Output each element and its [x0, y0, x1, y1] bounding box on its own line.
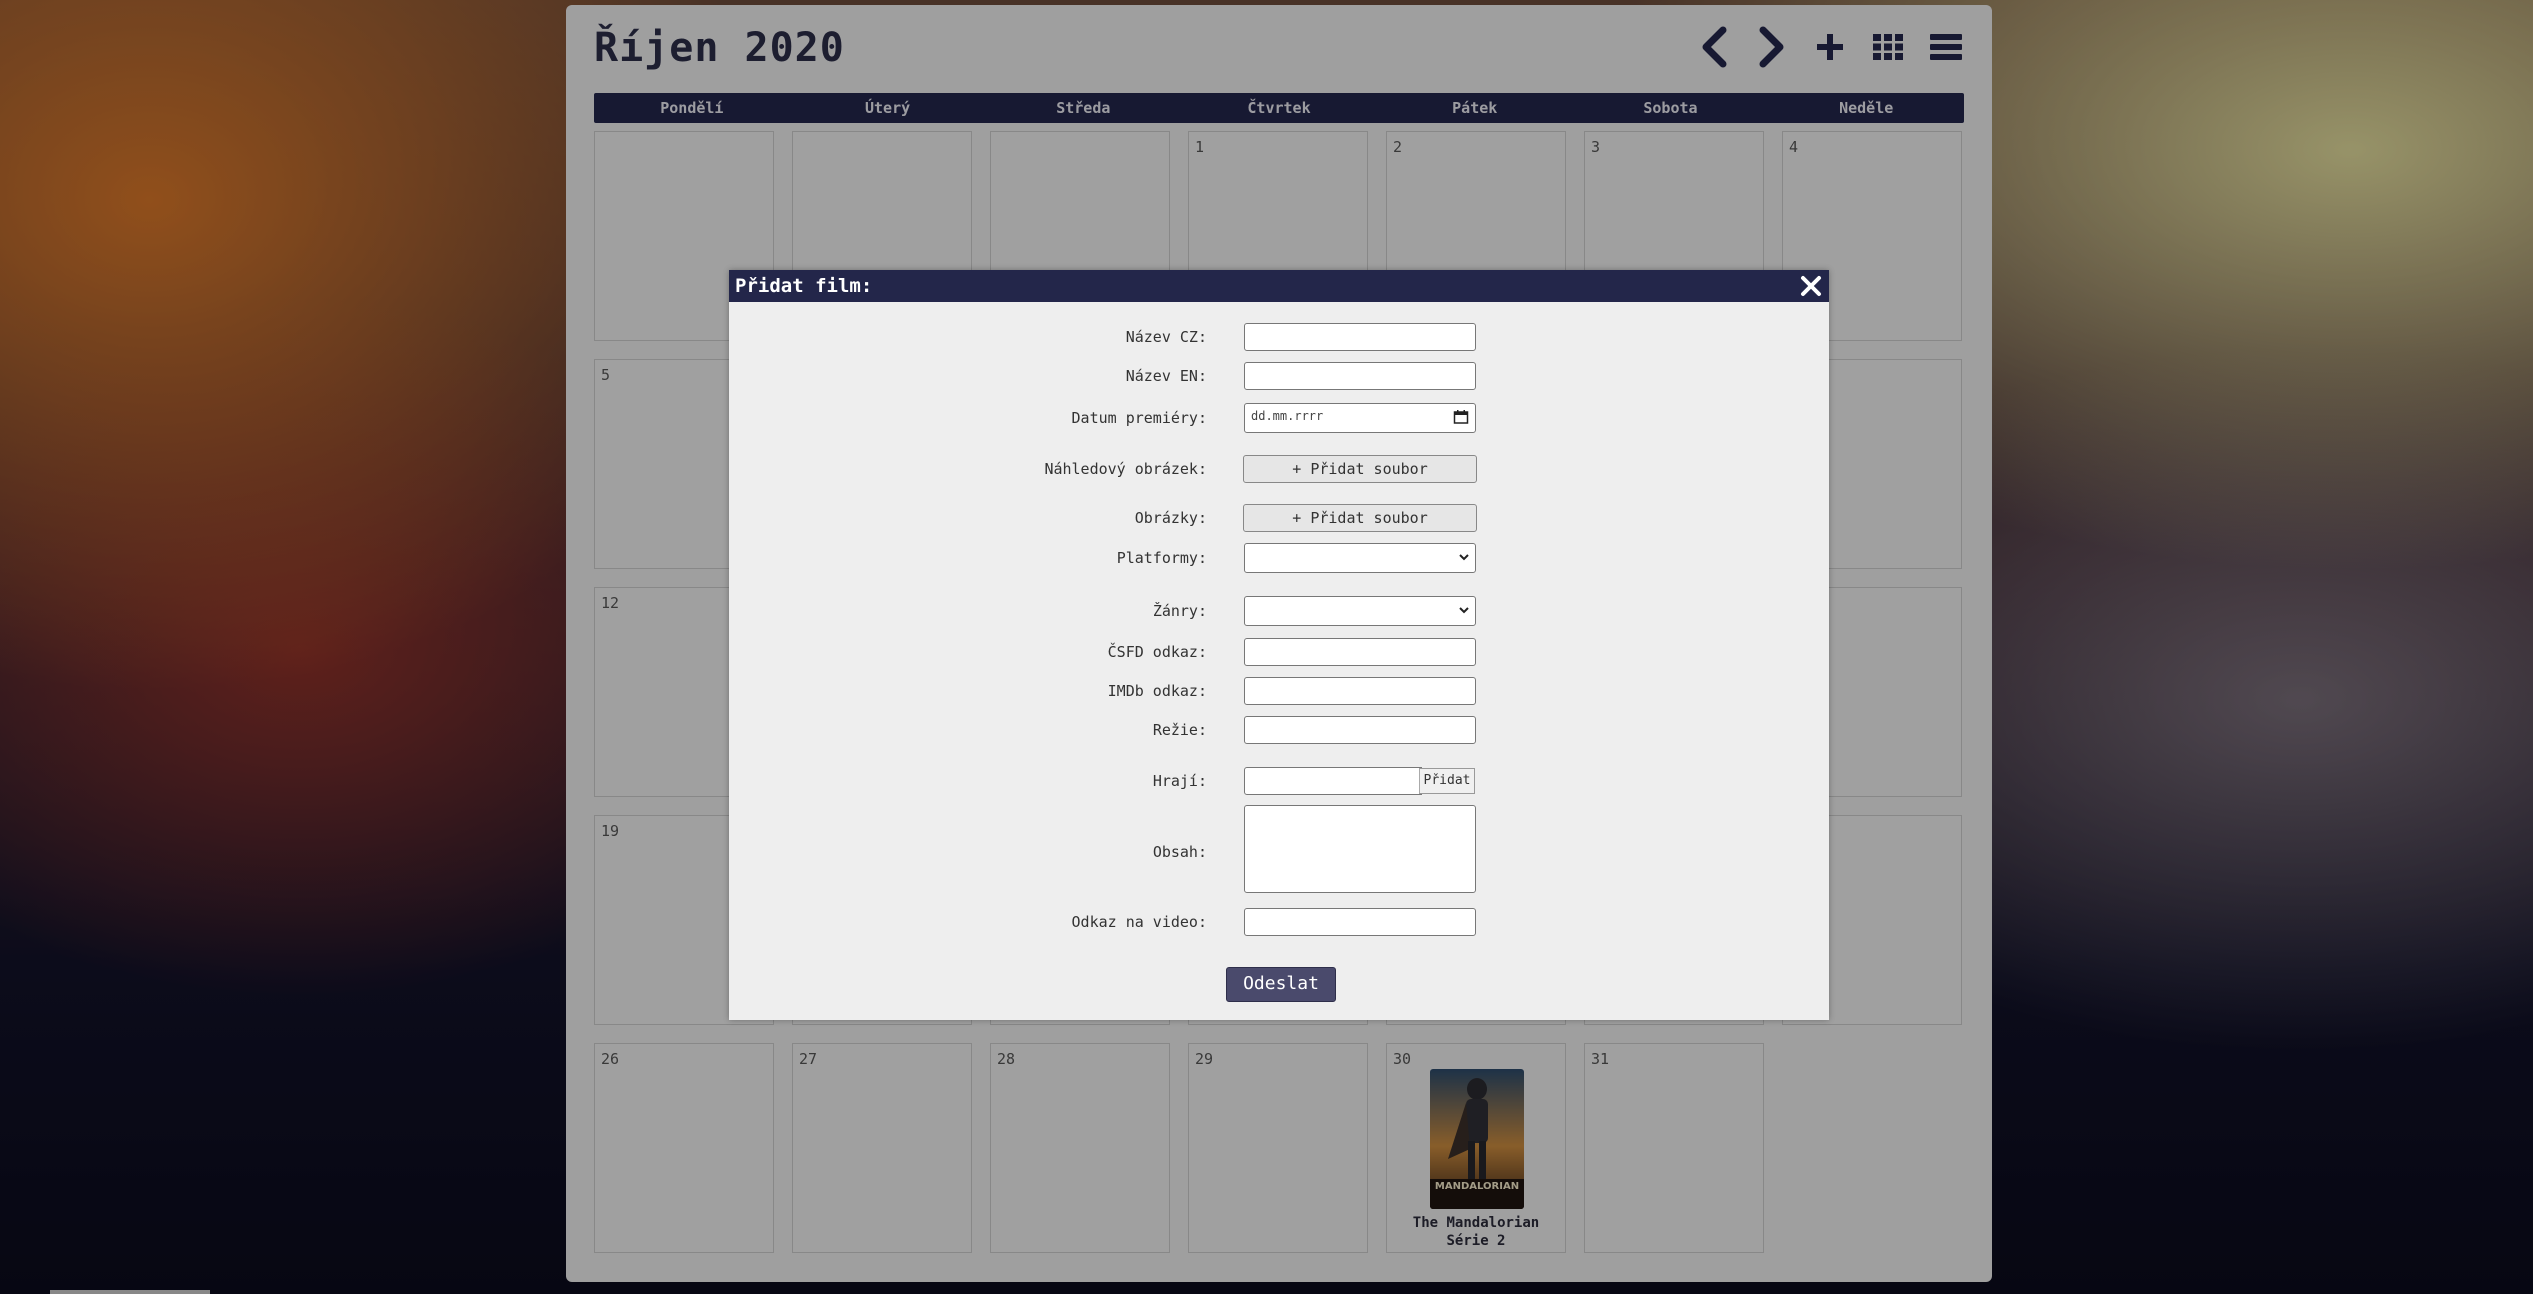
premiere-date-input[interactable]: dd.mm.rrrr	[1244, 403, 1476, 433]
dialog-title: Přidat film:	[735, 275, 873, 297]
images-upload-button[interactable]: + Přidat soubor	[1243, 504, 1477, 532]
director-label: Režie:	[1152, 721, 1207, 739]
imdb-link-input[interactable]	[1244, 677, 1476, 705]
platforms-select[interactable]	[1244, 543, 1476, 573]
add-film-dialog: Přidat film: Název CZ: Název EN: Datum p…	[729, 270, 1829, 1020]
chevron-down-icon	[1459, 607, 1469, 614]
add-cast-button[interactable]: Přidat	[1419, 768, 1475, 794]
preview-image-upload-button[interactable]: + Přidat soubor	[1243, 455, 1477, 483]
preview-image-label: Náhledový obrázek:	[1044, 460, 1207, 478]
platforms-label: Platformy:	[1116, 549, 1207, 567]
name-cz-input[interactable]	[1244, 323, 1476, 351]
dialog-header: Přidat film:	[729, 270, 1829, 302]
csfd-label: ČSFD odkaz:	[1107, 643, 1207, 661]
name-cz-label: Název CZ:	[1125, 328, 1207, 346]
calendar-icon[interactable]	[1453, 409, 1469, 425]
horizontal-scrollbar[interactable]	[50, 1290, 210, 1294]
cast-label: Hrají:	[1152, 772, 1207, 790]
name-en-label: Název EN:	[1125, 367, 1207, 385]
premiere-label: Datum premiéry:	[1071, 409, 1207, 427]
date-placeholder: dd.mm.rrrr	[1251, 409, 1324, 423]
director-input[interactable]	[1244, 716, 1476, 744]
images-label: Obrázky:	[1134, 509, 1207, 527]
content-label: Obsah:	[1152, 843, 1207, 861]
csfd-link-input[interactable]	[1244, 638, 1476, 666]
submit-button[interactable]: Odeslat	[1226, 967, 1336, 1002]
genres-select[interactable]	[1244, 596, 1476, 626]
content-textarea[interactable]	[1244, 805, 1476, 893]
genres-label: Žánry:	[1152, 602, 1207, 620]
video-link-label: Odkaz na video:	[1071, 913, 1207, 931]
close-icon[interactable]	[1799, 274, 1823, 298]
imdb-label: IMDb odkaz:	[1107, 682, 1207, 700]
video-link-input[interactable]	[1244, 908, 1476, 936]
name-en-input[interactable]	[1244, 362, 1476, 390]
cast-input[interactable]	[1244, 767, 1422, 795]
chevron-down-icon	[1459, 554, 1469, 561]
